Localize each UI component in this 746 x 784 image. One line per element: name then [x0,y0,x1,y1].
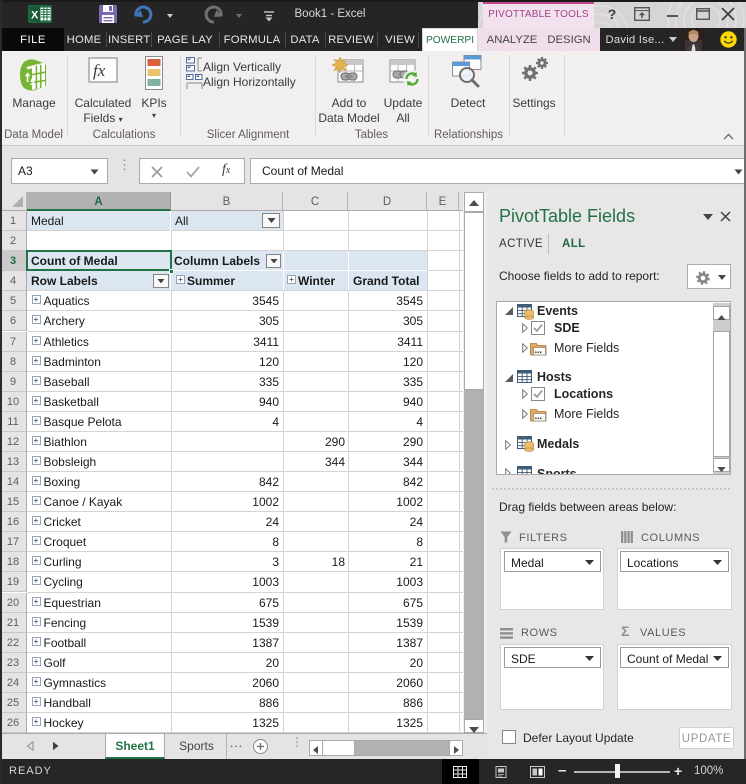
svg-text:fx: fx [93,61,106,80]
svg-text:X: X [31,10,39,22]
